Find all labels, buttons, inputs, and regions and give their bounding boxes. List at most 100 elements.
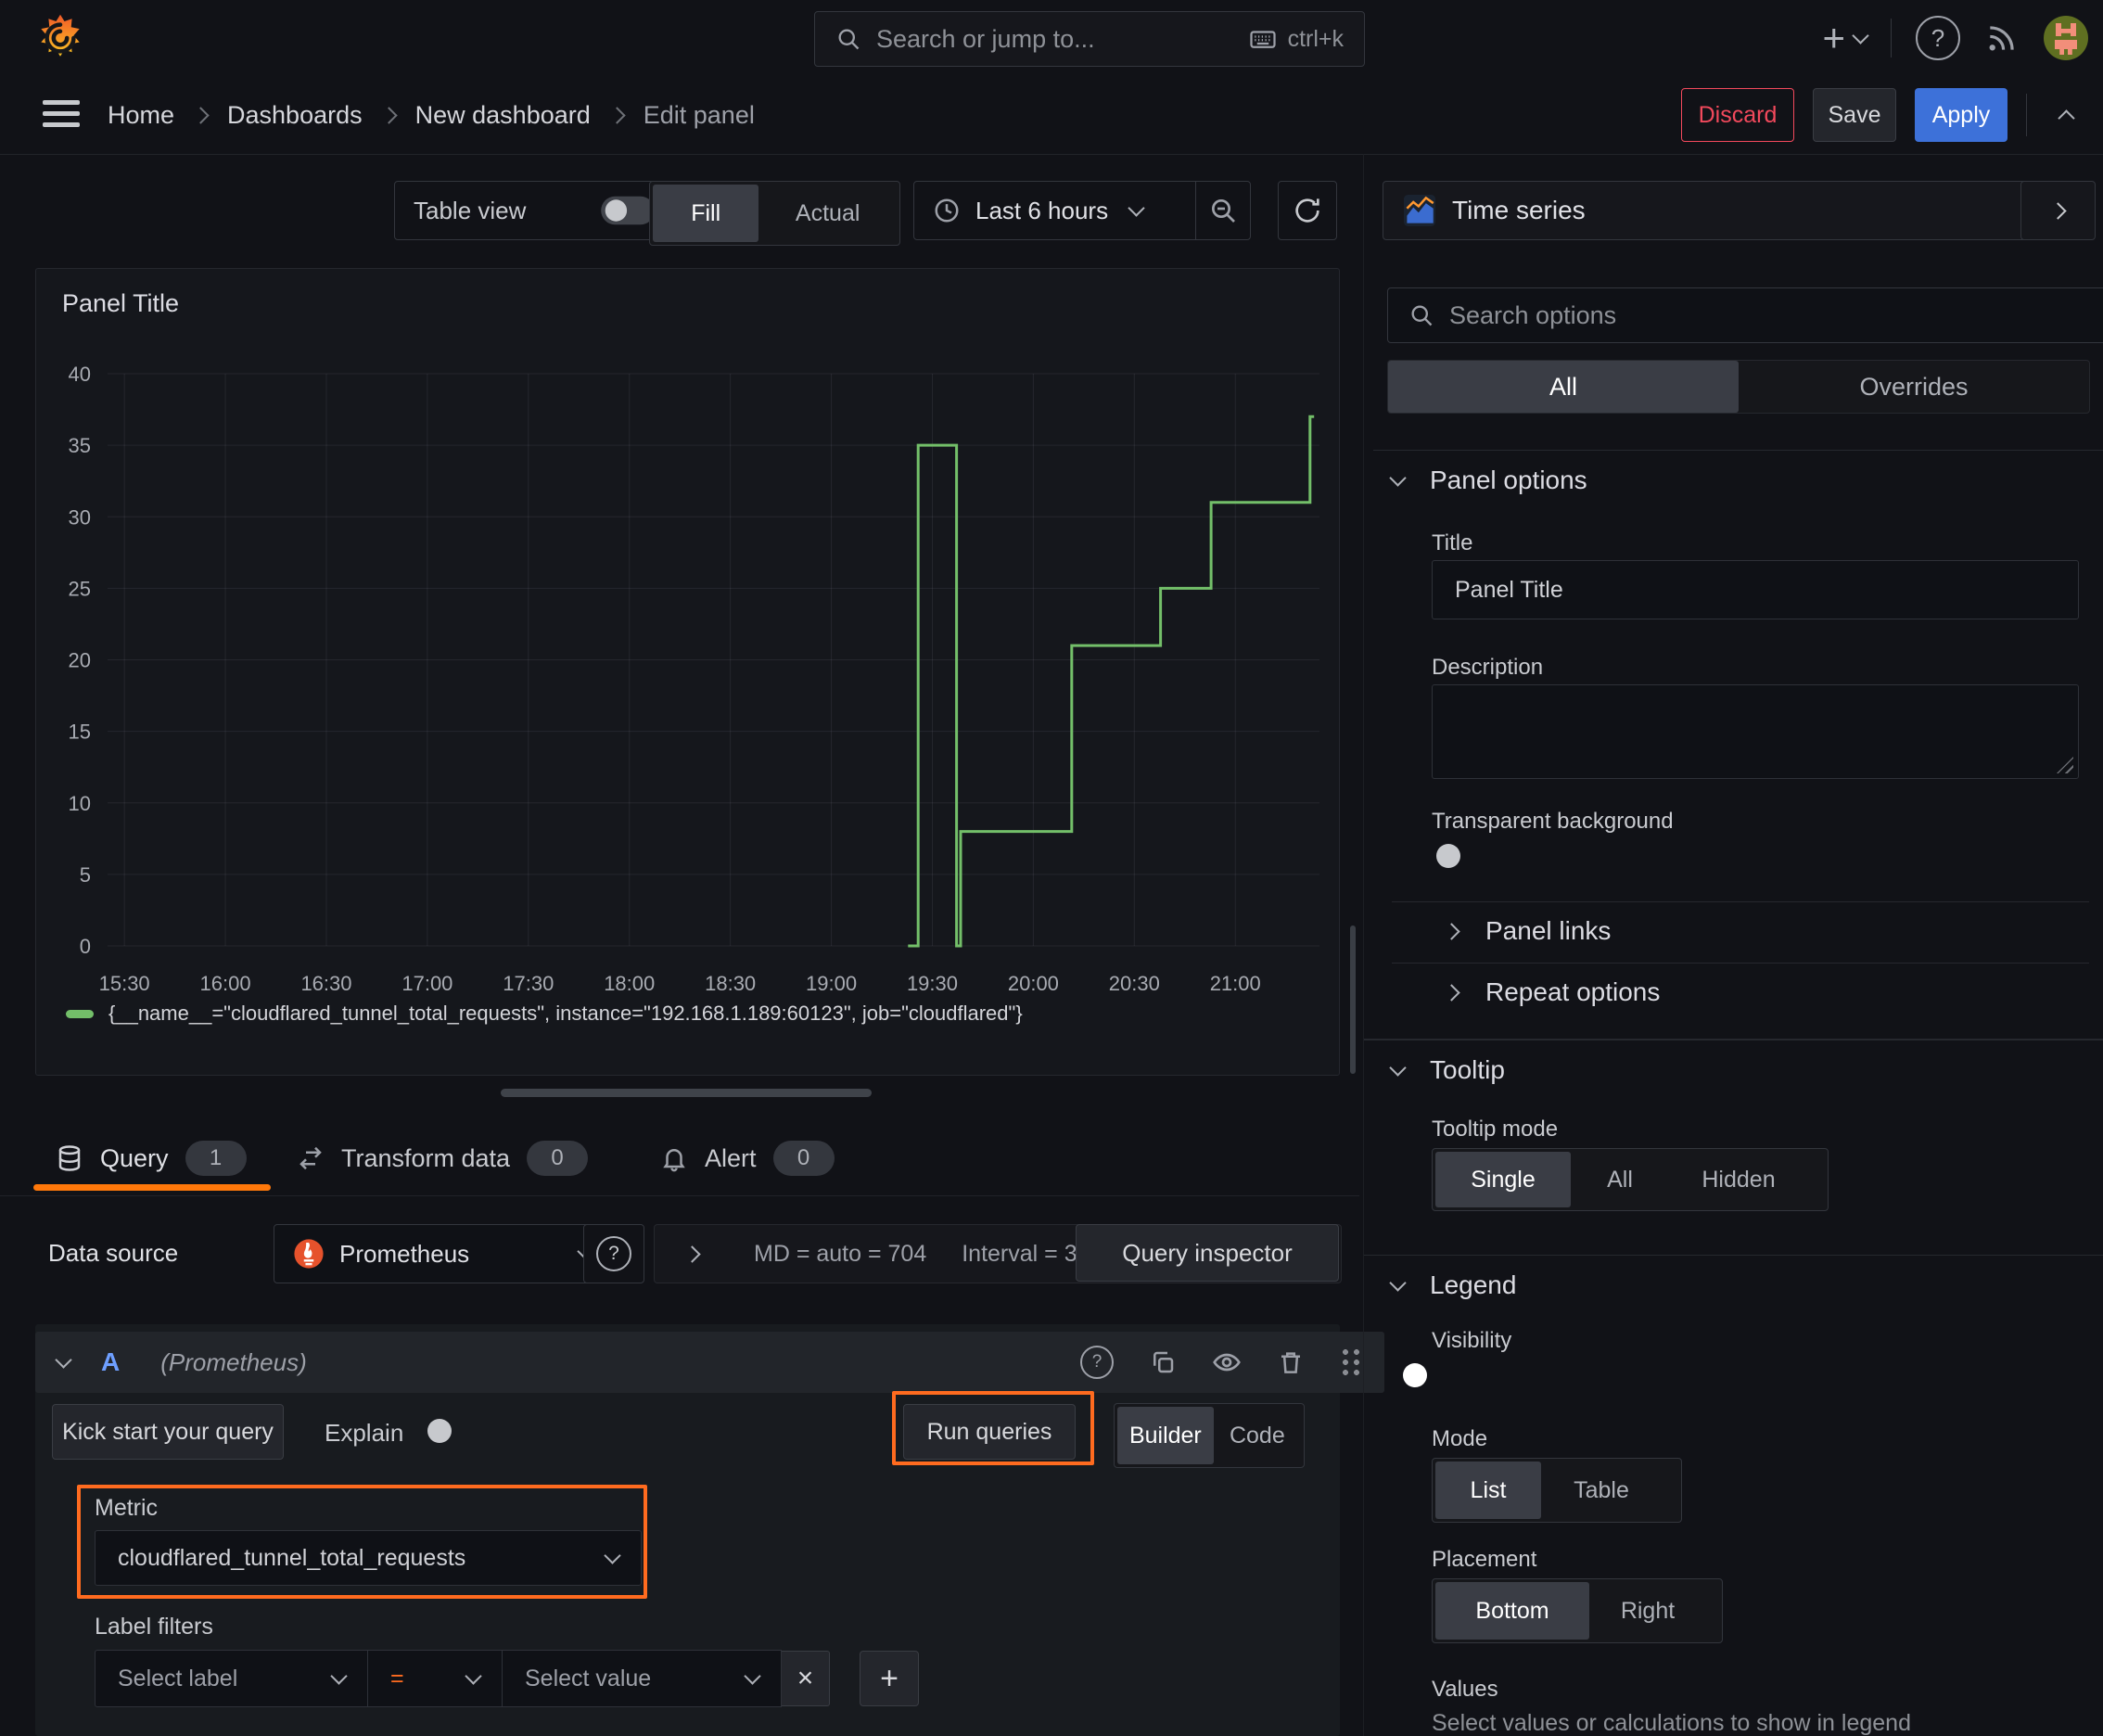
operator-dropdown[interactable]: = — [368, 1650, 503, 1707]
code-option[interactable]: Code — [1214, 1407, 1301, 1464]
chevron-down-icon — [604, 1546, 621, 1564]
database-icon — [56, 1144, 83, 1172]
save-button[interactable]: Save — [1813, 88, 1896, 142]
tab-transform-count: 0 — [527, 1141, 589, 1176]
breadcrumb-home[interactable]: Home — [108, 101, 174, 130]
grafana-logo-icon[interactable] — [35, 13, 85, 63]
tooltip-mode-all[interactable]: All — [1571, 1152, 1669, 1207]
divider — [1364, 1039, 2103, 1040]
options-sidebar: Time series Search options All Overrides… — [1363, 154, 2103, 1736]
expand-options-icon[interactable] — [683, 1245, 701, 1263]
datasource-help-button[interactable]: ? — [583, 1224, 644, 1283]
builder-option[interactable]: Builder — [1117, 1407, 1214, 1464]
datasource-label: Data source — [48, 1239, 179, 1267]
tab-query[interactable]: Query 1 — [56, 1127, 247, 1190]
chevron-down-icon — [1389, 1273, 1407, 1292]
tab-all[interactable]: All — [1388, 361, 1739, 413]
tooltip-header[interactable]: Tooltip — [1389, 1055, 1505, 1085]
placement-label: Placement — [1432, 1547, 1537, 1572]
resize-handle-icon[interactable] — [2057, 757, 2073, 773]
menu-toggle-icon[interactable] — [43, 100, 80, 127]
breadcrumb-separator-icon — [192, 106, 210, 124]
chart-legend: {__name__="cloudflared_tunnel_total_requ… — [66, 1002, 1023, 1026]
search-icon — [835, 26, 861, 52]
chevron-down-icon — [465, 1666, 482, 1685]
legend-mode-list[interactable]: List — [1435, 1462, 1541, 1519]
kick-start-query-button[interactable]: Kick start your query — [52, 1404, 284, 1460]
delete-query-icon[interactable] — [1277, 1348, 1305, 1376]
legend-mode-table[interactable]: Table — [1541, 1462, 1662, 1519]
metric-label: Metric — [95, 1495, 159, 1521]
actual-option[interactable]: Actual — [758, 185, 897, 242]
pane-resize-handle[interactable] — [501, 1089, 872, 1097]
remove-filter-button[interactable]: × — [782, 1651, 830, 1706]
panel-options-header[interactable]: Panel options — [1389, 466, 1587, 495]
scrollbar-thumb[interactable] — [1350, 925, 1356, 1074]
select-value-dropdown[interactable]: Select value — [503, 1650, 782, 1707]
topbar-actions: + ? — [1822, 0, 2088, 76]
collapse-query-icon[interactable] — [55, 1350, 72, 1369]
svg-text:5: 5 — [80, 863, 91, 887]
legend-series-label[interactable]: {__name__="cloudflared_tunnel_total_requ… — [108, 1002, 1023, 1026]
table-view-toggle[interactable] — [601, 196, 655, 225]
tab-alert[interactable]: Alert 0 — [660, 1127, 835, 1190]
toggle-sidebar-button[interactable] — [2020, 181, 2096, 240]
tab-transform-data[interactable]: Transform data 0 — [297, 1127, 589, 1190]
collapse-pane-icon[interactable] — [2046, 107, 2086, 127]
metric-select[interactable]: cloudflared_tunnel_total_requests — [95, 1530, 642, 1586]
repeat-options-header[interactable]: Repeat options — [1443, 977, 1660, 1007]
transform-icon — [297, 1144, 325, 1172]
duplicate-query-icon[interactable] — [1149, 1348, 1177, 1376]
fill-option[interactable]: Fill — [653, 185, 759, 242]
tooltip-mode-label: Tooltip mode — [1432, 1117, 1559, 1142]
placement-right[interactable]: Right — [1589, 1582, 1706, 1640]
query-inspector-button[interactable]: Query inspector — [1076, 1224, 1339, 1282]
breadcrumb-dashboards[interactable]: Dashboards — [227, 101, 363, 130]
top-bar: Search or jump to... ctrl+k + ? — [0, 0, 2103, 76]
add-filter-button[interactable]: + — [860, 1651, 919, 1706]
visualization-picker[interactable]: Time series — [1383, 181, 2057, 240]
discard-button[interactable]: Discard — [1681, 88, 1794, 142]
panel-title-input[interactable]: Panel Title — [1432, 560, 2079, 619]
zoom-out-icon[interactable] — [1196, 182, 1250, 239]
label-filter-row: Select label = Select value × + — [95, 1650, 919, 1707]
tooltip-mode-single[interactable]: Single — [1435, 1152, 1571, 1207]
tab-overrides[interactable]: Overrides — [1739, 361, 2089, 413]
description-textarea[interactable] — [1432, 684, 2079, 779]
panel-title[interactable]: Panel Title — [62, 289, 179, 318]
select-label-dropdown[interactable]: Select label — [95, 1650, 368, 1707]
news-rss-icon[interactable] — [1984, 20, 2020, 56]
placement-bottom[interactable]: Bottom — [1435, 1582, 1589, 1640]
time-series-viz-icon — [1404, 195, 1435, 226]
clock-icon — [933, 197, 961, 224]
drag-query-handle[interactable] — [1340, 1347, 1362, 1378]
datasource-picker[interactable]: Prometheus — [274, 1224, 611, 1283]
query-help-icon[interactable]: ? — [1080, 1346, 1114, 1379]
legend-mode-group: List Table — [1432, 1458, 1682, 1523]
new-dashboard-menu[interactable]: + — [1822, 16, 1869, 59]
legend-header[interactable]: Legend — [1389, 1270, 1516, 1300]
plus-icon: + — [1822, 16, 1845, 59]
time-series-chart[interactable]: 0 5 10 15 20 25 30 35 40 15:30 16:00 16:30 17:00 17:3… — [36, 357, 1339, 1006]
help-icon[interactable]: ? — [1916, 16, 1960, 60]
query-a-header[interactable]: A (Prometheus) ? — [35, 1332, 1384, 1393]
table-view-label: Table view — [414, 196, 527, 224]
time-range-picker[interactable]: Last 6 hours — [914, 182, 1195, 239]
chevron-right-icon — [1443, 983, 1460, 1002]
user-avatar[interactable] — [2044, 16, 2088, 60]
toggle-visibility-icon[interactable] — [1212, 1347, 1242, 1377]
legend-swatch[interactable] — [66, 1009, 94, 1018]
query-editor-card: A (Prometheus) ? Kick start your query E… — [35, 1324, 1384, 1736]
breadcrumb-new-dashboard[interactable]: New dashboard — [415, 101, 591, 130]
breadcrumb: Home Dashboards New dashboard Edit panel — [108, 76, 755, 154]
values-label: Values — [1432, 1677, 1498, 1702]
apply-button[interactable]: Apply — [1915, 88, 2007, 142]
select-label-placeholder: Select label — [118, 1665, 238, 1691]
run-queries-button[interactable]: Run queries — [903, 1404, 1076, 1460]
panel-links-header[interactable]: Panel links — [1443, 916, 1611, 946]
global-search-input[interactable]: Search or jump to... ctrl+k — [814, 11, 1365, 67]
tooltip-mode-hidden[interactable]: Hidden — [1669, 1152, 1808, 1207]
search-options-input[interactable]: Search options — [1387, 287, 2103, 343]
grafana-edit-panel-screen: Search or jump to... ctrl+k + ? Home Das… — [0, 0, 2103, 1736]
refresh-button[interactable] — [1278, 181, 1337, 240]
